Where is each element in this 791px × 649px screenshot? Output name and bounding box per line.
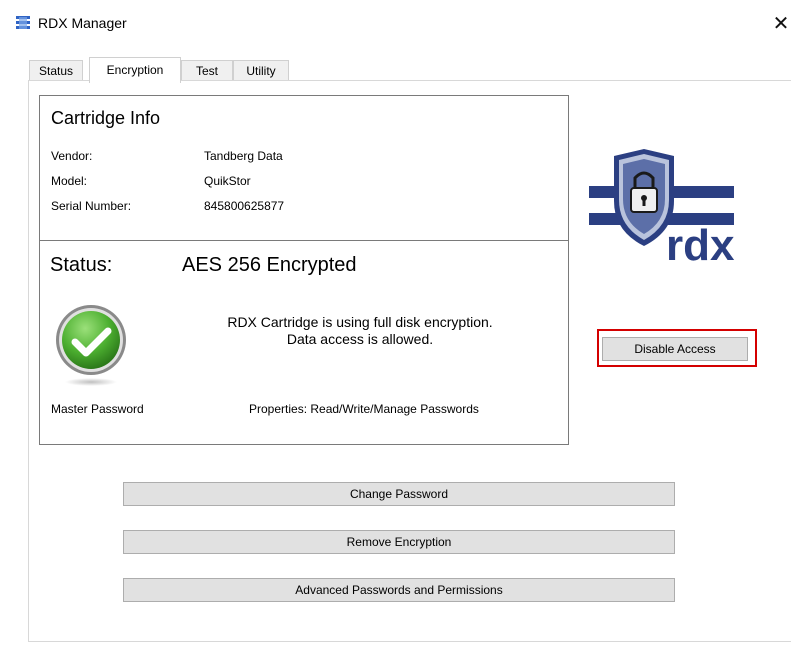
serial-value: 845800625877	[204, 199, 285, 213]
change-password-button[interactable]: Change Password	[123, 482, 675, 506]
rdx-logo: rdx	[584, 146, 744, 276]
properties-label: Properties: Read/Write/Manage Passwords	[249, 402, 479, 416]
window-title: RDX Manager	[38, 15, 127, 31]
rdx-logo-text: rdx	[666, 221, 735, 270]
tab-utility[interactable]: Utility	[233, 60, 289, 82]
remove-encryption-button[interactable]: Remove Encryption	[123, 530, 675, 554]
model-value: QuikStor	[204, 174, 251, 188]
tab-test[interactable]: Test	[181, 60, 233, 82]
status-message-line1: RDX Cartridge is using full disk encrypt…	[227, 314, 493, 330]
check-icon	[53, 304, 133, 388]
model-label: Model:	[51, 174, 88, 188]
vendor-label: Vendor:	[51, 149, 93, 163]
status-message-line2: Data access is allowed.	[286, 331, 434, 347]
cartridge-info-heading: Cartridge Info	[51, 108, 161, 128]
tab-status[interactable]: Status	[29, 60, 83, 82]
advanced-passwords-button[interactable]: Advanced Passwords and Permissions	[123, 578, 675, 602]
vendor-value: Tandberg Data	[204, 149, 283, 163]
disable-access-button[interactable]: Disable Access	[602, 337, 748, 361]
status-value: AES 256 Encrypted	[182, 254, 357, 276]
role-label: Master Password	[51, 402, 144, 416]
close-icon[interactable]: ✕	[771, 11, 791, 35]
tab-encryption[interactable]: Encryption	[89, 57, 181, 83]
serial-label: Serial Number:	[51, 199, 132, 213]
section-divider	[39, 240, 569, 241]
status-label: Status:	[50, 254, 113, 276]
status-message: RDX Cartridge is using full disk encrypt…	[200, 314, 520, 348]
rdx-app-icon	[15, 15, 31, 31]
